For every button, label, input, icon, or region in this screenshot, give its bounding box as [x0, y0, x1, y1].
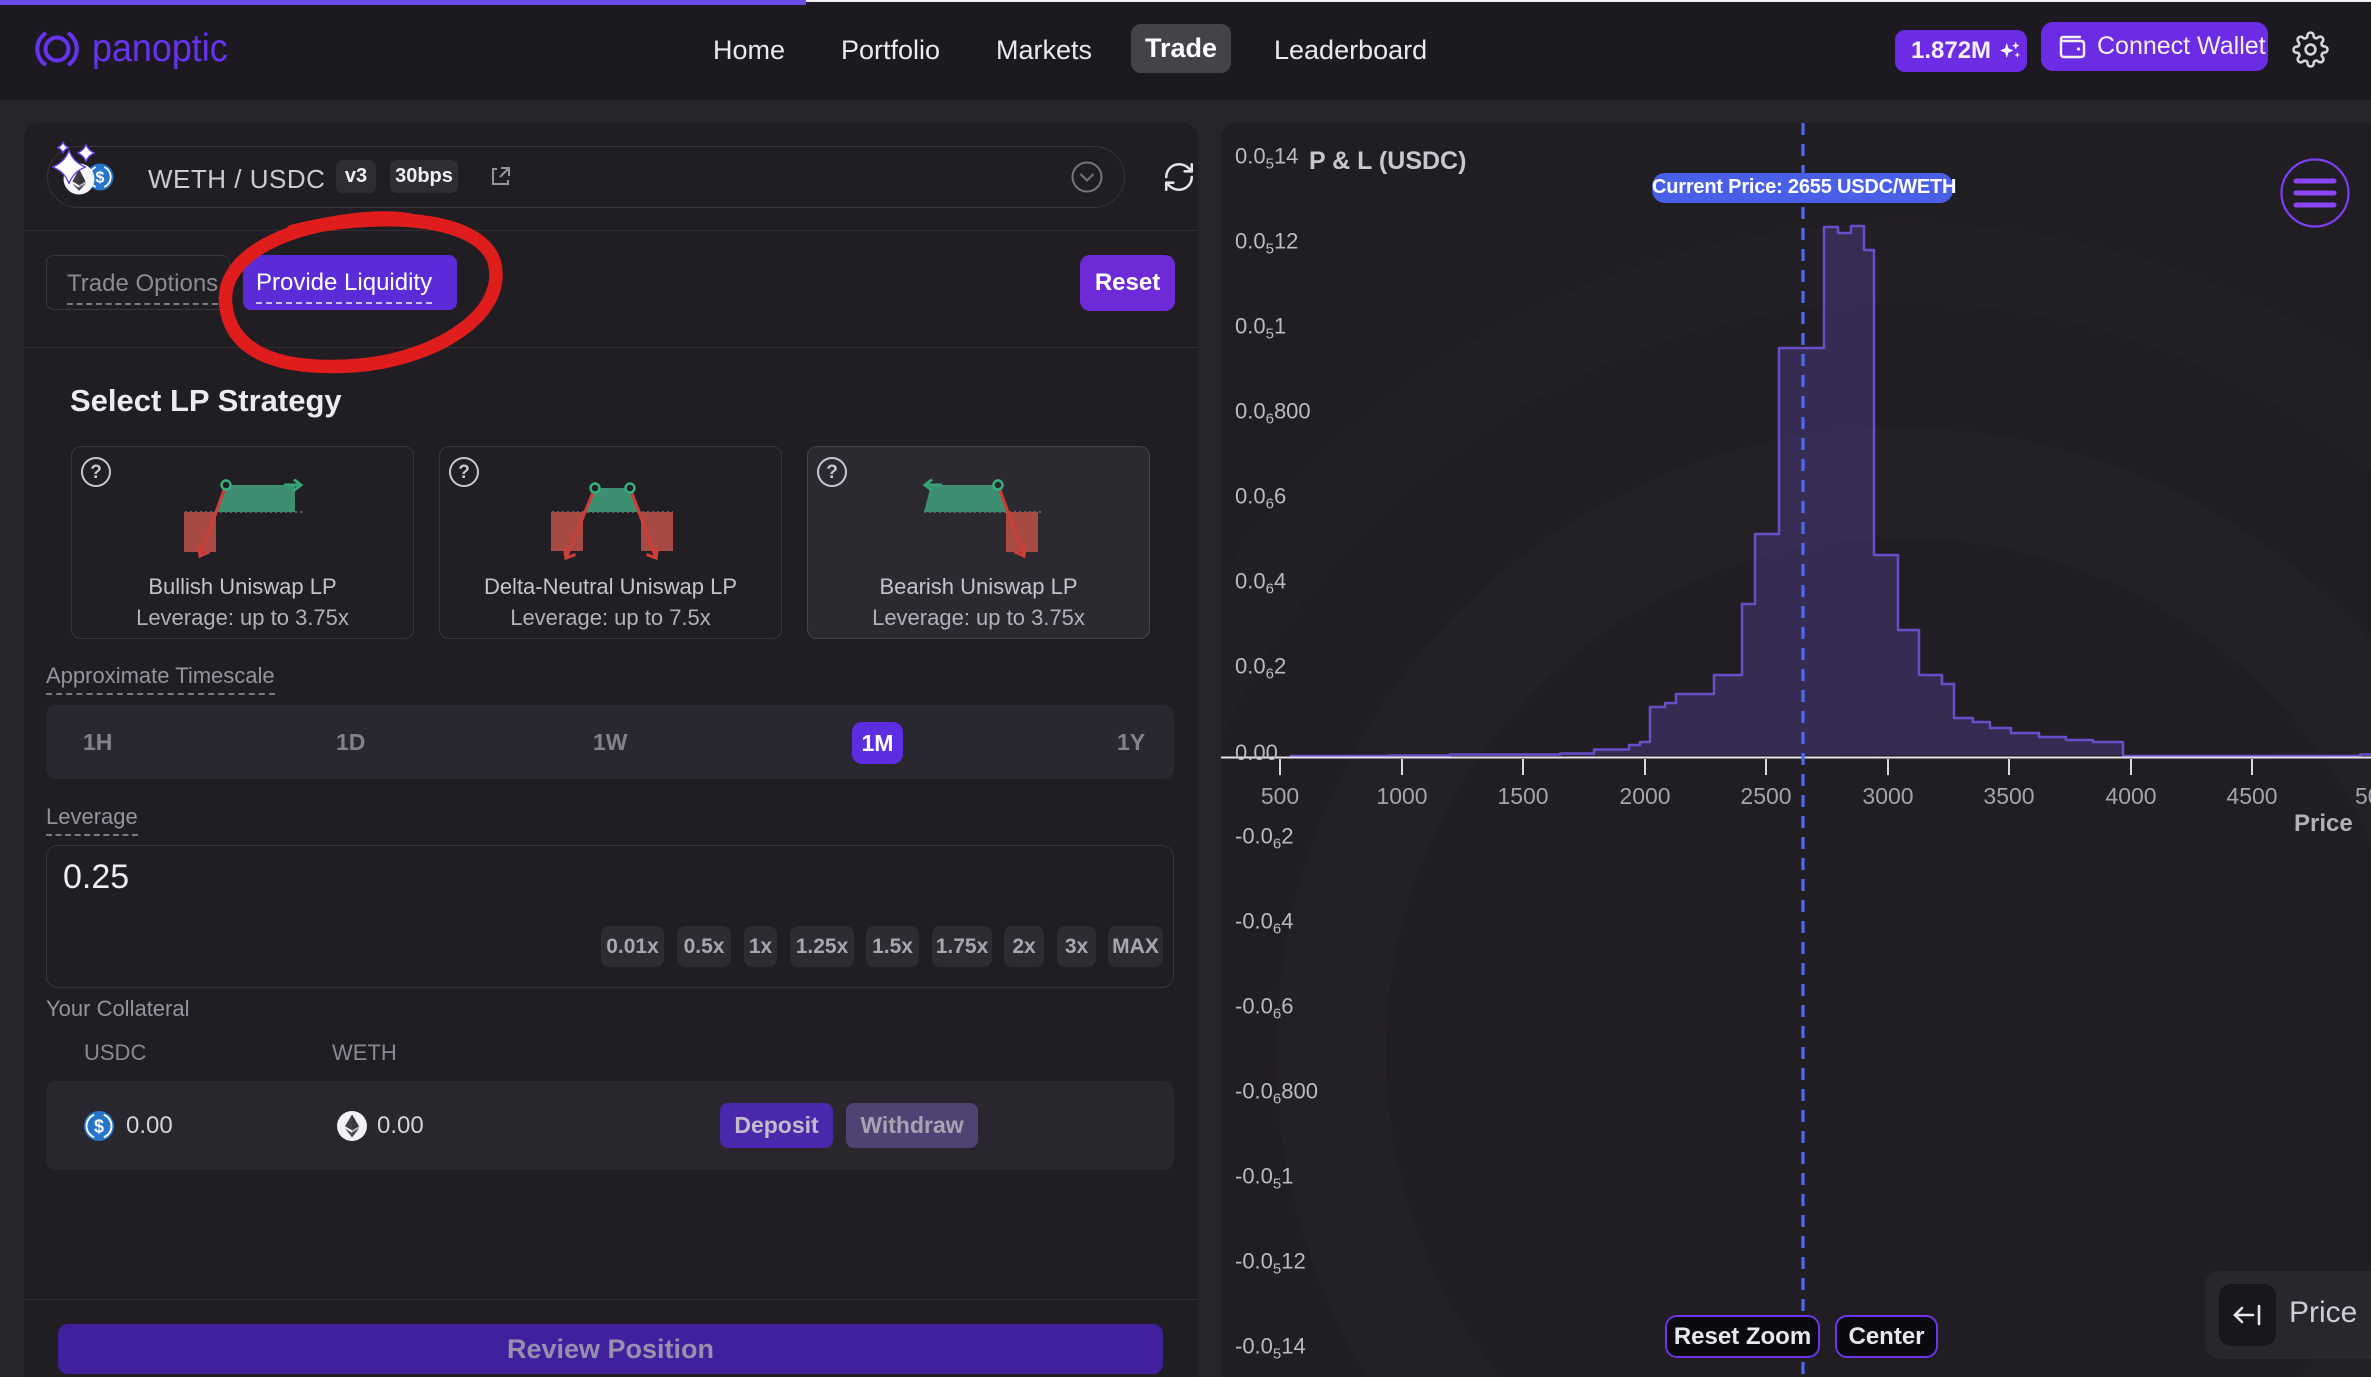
svg-text:$: $: [94, 1117, 104, 1137]
svg-text:$: $: [96, 170, 105, 187]
